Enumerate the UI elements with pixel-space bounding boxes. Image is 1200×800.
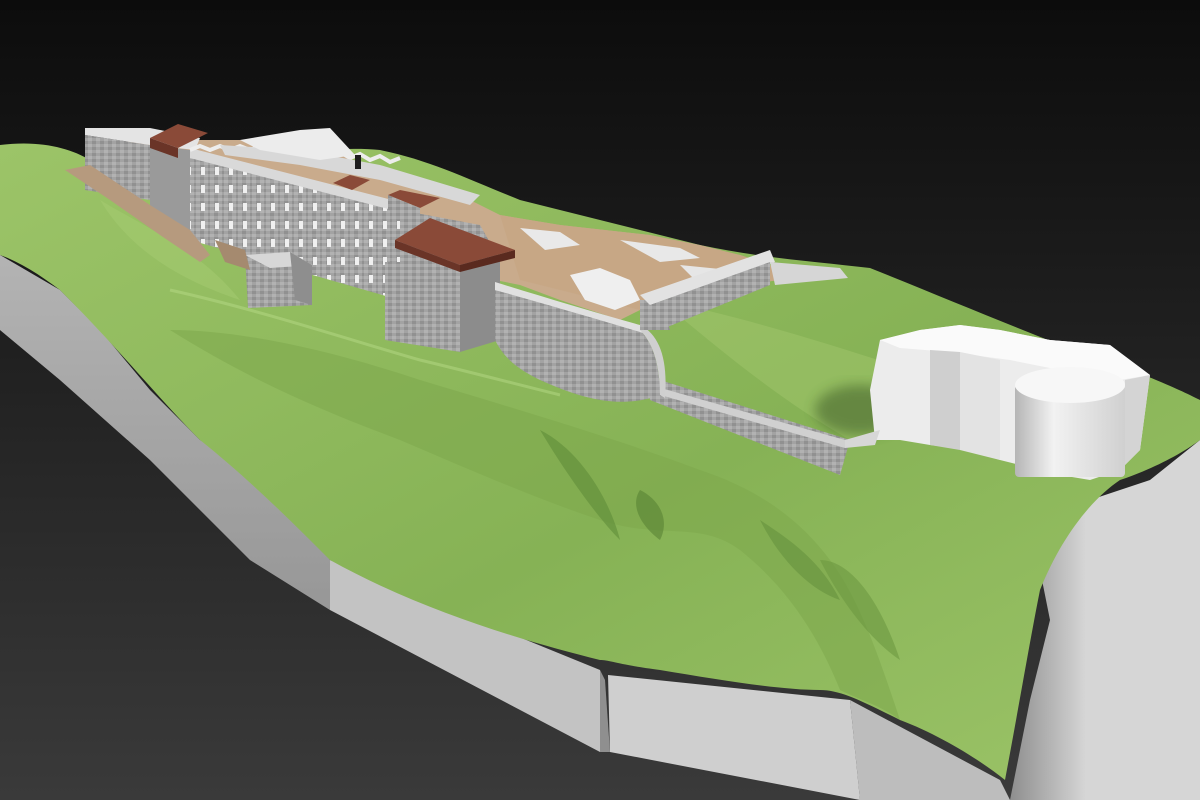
fortress-model-render bbox=[0, 0, 1200, 800]
ruined-outbuilding bbox=[245, 252, 312, 308]
render-viewport bbox=[0, 0, 1200, 800]
